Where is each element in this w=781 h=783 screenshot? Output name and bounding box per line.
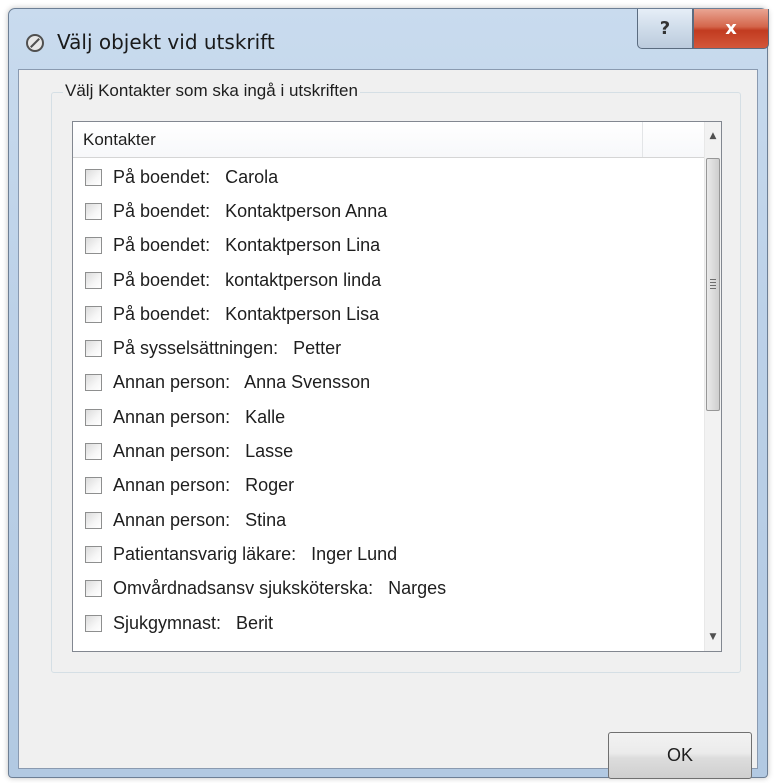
grip-icon [710,279,716,289]
scroll-up-icon[interactable]: ▲ [705,126,721,146]
scroll-thumb[interactable] [706,158,720,411]
window-title: Välj objekt vid utskrift [57,30,275,54]
dialog-client-area: Välj Kontakter som ska ingå i utskriften… [18,69,758,779]
item-checkbox[interactable] [85,580,102,598]
ok-button[interactable]: OK [608,732,752,779]
list-item[interactable]: Annan person: Lasse [73,434,704,468]
item-checkbox[interactable] [85,168,102,186]
close-icon: x [725,18,737,39]
item-label: Sjukgymnast: Berit [113,612,274,633]
item-label: På boendet: Kontaktperson Lina [113,235,381,256]
item-label: På boendet: Kontaktperson Lisa [113,303,380,324]
list-header: Kontakter [73,122,704,158]
vertical-scrollbar[interactable]: ▲ ▼ [704,122,721,651]
item-label: Annan person: Anna Svensson [113,372,371,393]
list-item[interactable]: Annan person: Kalle [73,400,704,434]
contacts-list[interactable]: Kontakter På boendet: Carola På boendet: … [72,121,722,652]
dialog-window: Välj objekt vid utskrift ? x Välj Kontak… [8,8,769,779]
groupbox-label: Välj Kontakter som ska ingå i utskriften [63,81,360,101]
list-item[interactable]: På boendet: Carola [73,160,704,194]
item-label: Annan person: Lasse [113,441,294,462]
item-label: På boendet: Kontaktperson Anna [113,200,388,221]
list-item[interactable]: På sysselsättningen: Petter [73,331,704,365]
item-label: Annan person: Kalle [113,406,286,427]
contacts-groupbox: Välj Kontakter som ska ingå i utskriften… [51,81,741,673]
item-checkbox[interactable] [85,545,102,563]
item-label: På sysselsättningen: Petter [113,338,342,359]
item-label: Patientansvarig läkare: Inger Lund [113,543,398,564]
item-checkbox[interactable] [85,202,102,220]
help-icon: ? [659,18,671,39]
item-label: Annan person: Roger [113,475,295,496]
list-item[interactable]: Annan person: Stina [73,503,704,537]
close-button[interactable]: x [693,9,769,49]
help-button[interactable]: ? [637,9,693,49]
item-label: Omvårdnadsansv sjuksköterska: Narges [113,578,447,599]
item-checkbox[interactable] [85,511,102,529]
list-item[interactable]: Annan person: Roger [73,469,704,503]
list-rows: På boendet: Carola På boendet: Kontaktper… [73,160,704,640]
item-checkbox[interactable] [85,374,102,392]
list-item[interactable]: På boendet: Kontaktperson Lisa [73,297,704,331]
item-checkbox[interactable] [85,340,102,358]
item-checkbox[interactable] [85,614,102,632]
item-label: På boendet: Carola [113,166,279,187]
column-header-kontakter[interactable]: Kontakter [73,122,643,157]
item-label: På boendet: kontaktperson linda [113,269,382,290]
list-item[interactable]: På boendet: Kontaktperson Anna [73,194,704,228]
item-checkbox[interactable] [85,443,102,461]
item-checkbox[interactable] [85,237,102,255]
item-checkbox[interactable] [85,305,102,323]
item-checkbox[interactable] [85,408,102,426]
list-item[interactable]: På boendet: kontaktperson linda [73,263,704,297]
list-item[interactable]: Annan person: Anna Svensson [73,366,704,400]
item-checkbox[interactable] [85,477,102,495]
list-item[interactable]: På boendet: Kontaktperson Lina [73,229,704,263]
app-icon [26,34,44,52]
list-item[interactable]: Patientansvarig läkare: Inger Lund [73,537,704,571]
title-bar[interactable]: Välj objekt vid utskrift ? x [9,9,769,69]
item-label: Annan person: Stina [113,509,287,530]
column-header-filler [643,122,704,157]
list-item[interactable]: Omvårdnadsansv sjuksköterska: Narges [73,572,704,606]
item-checkbox[interactable] [85,271,102,289]
list-item[interactable]: Sjukgymnast: Berit [73,606,704,640]
scroll-down-icon[interactable]: ▼ [705,627,721,647]
